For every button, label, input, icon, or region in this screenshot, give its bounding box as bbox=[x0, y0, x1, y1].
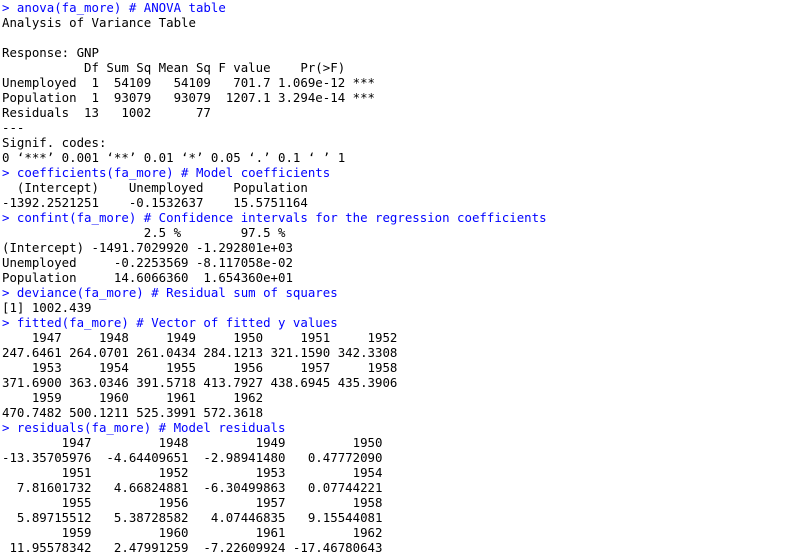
console-output-line: 371.6900 363.0346 391.5718 413.7927 438.… bbox=[2, 375, 405, 390]
console-output-line: 7.81601732 4.66824881 -6.30499863 0.0774… bbox=[2, 480, 390, 495]
console-command-line: > residuals(fa_more) # Model residuals bbox=[2, 420, 286, 435]
console-output-line: -1392.2521251 -0.1532637 15.5751164 bbox=[2, 195, 316, 210]
console-output-line: 1947 1948 1949 1950 1951 1952 bbox=[2, 330, 405, 345]
console-command-line: > fitted(fa_more) # Vector of fitted y v… bbox=[2, 315, 338, 330]
console-output-line: Residuals 13 1002 77 bbox=[2, 105, 375, 120]
console-output-line: 470.7482 500.1211 525.3991 572.3618 bbox=[2, 405, 271, 420]
console-output-line: Unemployed 1 54109 54109 701.7 1.069e-12… bbox=[2, 75, 375, 90]
console-command-line: > anova(fa_more) # ANOVA table bbox=[2, 0, 226, 15]
console-output-line: 1953 1954 1955 1956 1957 1958 bbox=[2, 360, 405, 375]
console-output-line: --- bbox=[2, 120, 25, 135]
console-output-line: Unemployed -0.2253569 -8.117058e-02 bbox=[2, 255, 293, 270]
console-output-line: 0 ‘***’ 0.001 ‘**’ 0.01 ‘*’ 0.05 ‘.’ 0.1… bbox=[2, 150, 346, 165]
console-output-line: Signif. codes: bbox=[2, 135, 122, 150]
console-command-line: > deviance(fa_more) # Residual sum of sq… bbox=[2, 285, 338, 300]
console-output-line: 5.89715512 5.38728582 4.07446835 9.15544… bbox=[2, 510, 390, 525]
console-output-line: Population 14.6066360 1.654360e+01 bbox=[2, 270, 293, 285]
console-output-line: 1959 1960 1961 1962 bbox=[2, 525, 390, 540]
console-output-line: 1959 1960 1961 1962 bbox=[2, 390, 271, 405]
console-output-line: 1947 1948 1949 1950 bbox=[2, 435, 390, 450]
console-command-line: > confint(fa_more) # Confidence interval… bbox=[2, 210, 547, 225]
console-output-line: 1951 1952 1953 1954 bbox=[2, 465, 390, 480]
console-output-line: Analysis of Variance Table bbox=[2, 15, 196, 30]
console-output-line: (Intercept) -1491.7029920 -1.292801e+03 bbox=[2, 240, 293, 255]
console-output-line: 1955 1956 1957 1958 bbox=[2, 495, 390, 510]
console-command-line: > coefficients(fa_more) # Model coeffici… bbox=[2, 165, 331, 180]
console-output-line: Population 1 93079 93079 1207.1 3.294e-1… bbox=[2, 90, 375, 105]
console-output-line: 2.5 % 97.5 % bbox=[2, 225, 286, 240]
r-console[interactable]: > anova(fa_more) # ANOVA table Analysis … bbox=[0, 0, 802, 557]
console-output-line: [1] 1002.439 bbox=[2, 300, 92, 315]
console-output-line: Df Sum Sq Mean Sq F value Pr(>F) bbox=[2, 60, 375, 75]
console-output-line: (Intercept) Unemployed Population bbox=[2, 180, 316, 195]
console-output-line: -13.35705976 -4.64409651 -2.98941480 0.4… bbox=[2, 450, 390, 465]
console-output-line: Response: GNP bbox=[2, 45, 99, 60]
console-output-line: 247.6461 264.0701 261.0434 284.1213 321.… bbox=[2, 345, 405, 360]
console-output-line: 11.95578342 2.47991259 -7.22609924 -17.4… bbox=[2, 540, 390, 555]
